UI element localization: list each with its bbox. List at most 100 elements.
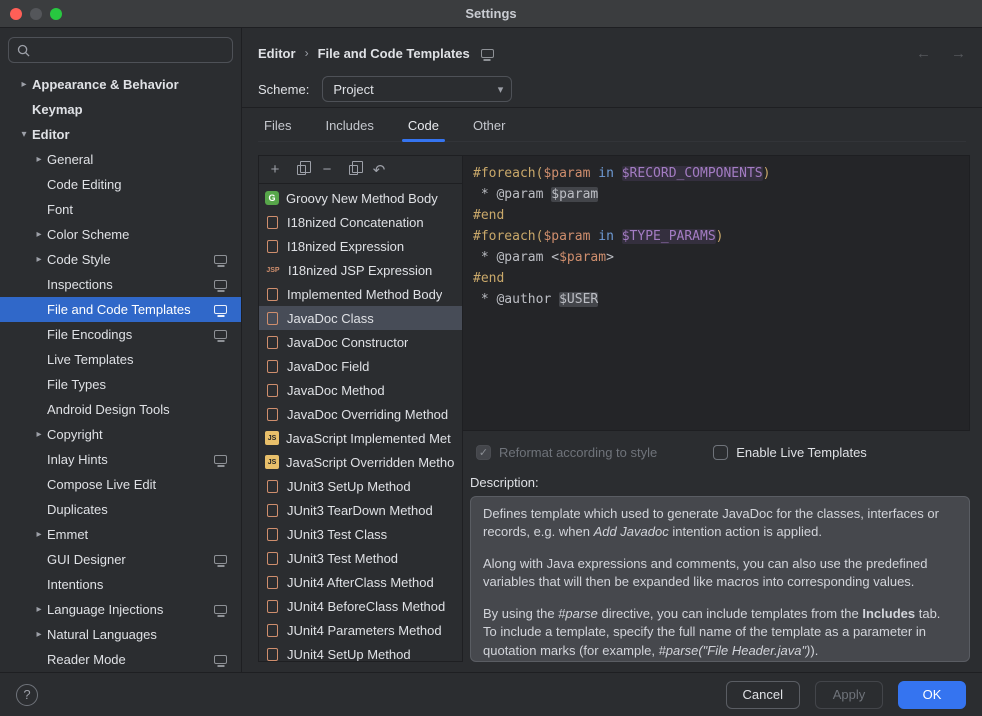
template-item-javascript-implemented-met[interactable]: JSJavaScript Implemented Met <box>259 426 462 450</box>
sidebar-item-intentions[interactable]: Intentions <box>0 572 241 597</box>
template-item-junit4-parameters-method[interactable]: JUnit4 Parameters Method <box>259 618 462 642</box>
code-token: $param <box>551 187 598 202</box>
template-icon <box>267 600 278 613</box>
chevron-right-icon[interactable]: ▸ <box>31 154 47 165</box>
code-line: #foreach($param in $TYPE_PARAMS) <box>473 226 959 247</box>
tab-files[interactable]: Files <box>258 110 297 141</box>
sidebar-item-font[interactable]: Font <box>0 197 241 222</box>
forward-icon[interactable]: → <box>951 45 966 62</box>
close-window-button[interactable] <box>10 8 22 20</box>
sidebar-item-duplicates[interactable]: Duplicates <box>0 497 241 522</box>
scheme-select[interactable]: Project ▾ <box>322 76 512 102</box>
template-item-label: JavaScript Implemented Met <box>286 431 451 446</box>
reset-template-icon[interactable]: ↶ <box>367 159 391 181</box>
sidebar-item-gui-designer[interactable]: GUI Designer <box>0 547 241 572</box>
copy-template-icon[interactable] <box>341 159 365 181</box>
tab-code[interactable]: Code <box>402 110 445 141</box>
sidebar-item-android-design-tools[interactable]: Android Design Tools <box>0 397 241 422</box>
sidebar-item-emmet[interactable]: ▸Emmet <box>0 522 241 547</box>
template-icon <box>267 624 278 637</box>
template-editor[interactable]: #foreach($param in $RECORD_COMPONENTS) *… <box>463 155 970 431</box>
sidebar-item-inspections[interactable]: Inspections <box>0 272 241 297</box>
scheme-value: Project <box>333 82 373 97</box>
template-item-label: JUnit4 SetUp Method <box>287 647 411 662</box>
template-item-javadoc-class[interactable]: JavaDoc Class <box>259 306 462 330</box>
create-child-template-icon[interactable] <box>289 159 313 181</box>
chevron-right-icon[interactable]: ▸ <box>16 79 32 90</box>
sidebar-item-copyright[interactable]: ▸Copyright <box>0 422 241 447</box>
sidebar-item-file-types[interactable]: File Types <box>0 372 241 397</box>
breadcrumb: Editor › File and Code Templates ← → <box>258 40 966 66</box>
apply-button[interactable]: Apply <box>815 681 883 709</box>
template-item-i18nized-expression[interactable]: I18nized Expression <box>259 234 462 258</box>
template-item-i18nized-jsp-expression[interactable]: JSPI18nized JSP Expression <box>259 258 462 282</box>
zoom-window-button[interactable] <box>50 8 62 20</box>
chevron-right-icon[interactable]: ▸ <box>31 529 47 540</box>
code-line: * @param $param <box>473 184 959 205</box>
sidebar-item-code-style[interactable]: ▸Code Style <box>0 247 241 272</box>
template-icon <box>267 648 278 661</box>
help-button[interactable]: ? <box>16 684 38 706</box>
chevron-right-icon[interactable]: ▸ <box>31 429 47 440</box>
checkbox-unchecked-icon[interactable] <box>713 445 728 460</box>
enable-live-templates-checkbox[interactable]: Enable Live Templates <box>713 445 867 460</box>
ok-button[interactable]: OK <box>898 681 966 709</box>
tab-other[interactable]: Other <box>467 110 512 141</box>
jsp-icon: JSP <box>265 263 281 277</box>
sidebar-item-reader-mode[interactable]: Reader Mode <box>0 647 241 672</box>
sidebar-item-compose-live-edit[interactable]: Compose Live Edit <box>0 472 241 497</box>
sidebar-item-natural-languages[interactable]: ▸Natural Languages <box>0 622 241 647</box>
minimize-window-button[interactable] <box>30 8 42 20</box>
tab-includes[interactable]: Includes <box>319 110 379 141</box>
template-item-junit4-afterclass-method[interactable]: JUnit4 AfterClass Method <box>259 570 462 594</box>
chevron-right-icon[interactable]: ▸ <box>31 229 47 240</box>
template-item-javadoc-method[interactable]: JavaDoc Method <box>259 378 462 402</box>
chevron-down-icon[interactable]: ▾ <box>16 129 32 140</box>
sidebar-item-code-editing[interactable]: Code Editing <box>0 172 241 197</box>
sidebar-item-color-scheme[interactable]: ▸Color Scheme <box>0 222 241 247</box>
template-item-javadoc-constructor[interactable]: JavaDoc Constructor <box>259 330 462 354</box>
code-token: ) <box>763 166 771 181</box>
remove-template-icon[interactable]: − <box>315 159 339 181</box>
template-item-label: JavaDoc Field <box>287 359 369 374</box>
template-item-junit4-beforeclass-method[interactable]: JUnit4 BeforeClass Method <box>259 594 462 618</box>
sidebar-item-keymap[interactable]: Keymap <box>0 97 241 122</box>
back-icon[interactable]: ← <box>916 45 931 62</box>
sidebar-item-file-and-code-templates[interactable]: File and Code Templates <box>0 297 241 322</box>
template-item-implemented-method-body[interactable]: Implemented Method Body <box>259 282 462 306</box>
chevron-right-icon[interactable]: ▸ <box>31 254 47 265</box>
cancel-button[interactable]: Cancel <box>726 681 800 709</box>
template-item-label: JUnit3 Test Class <box>287 527 387 542</box>
sidebar-item-editor[interactable]: ▾Editor <box>0 122 241 147</box>
sidebar-item-label: Live Templates <box>47 352 133 367</box>
template-item-junit3-test-method[interactable]: JUnit3 Test Method <box>259 546 462 570</box>
description-paragraph: By using the #parse directive, you can i… <box>483 605 957 660</box>
template-item-junit3-setup-method[interactable]: JUnit3 SetUp Method <box>259 474 462 498</box>
template-item-javadoc-field[interactable]: JavaDoc Field <box>259 354 462 378</box>
sidebar-item-file-encodings[interactable]: File Encodings <box>0 322 241 347</box>
reformat-checkbox: Reformat according to style <box>476 445 657 460</box>
add-template-icon[interactable]: + <box>263 159 287 181</box>
sidebar-item-appearance-behavior[interactable]: ▸Appearance & Behavior <box>0 72 241 97</box>
sidebar-item-live-templates[interactable]: Live Templates <box>0 347 241 372</box>
chevron-right-icon[interactable]: ▸ <box>31 604 47 615</box>
sidebar-item-general[interactable]: ▸General <box>0 147 241 172</box>
search-input[interactable] <box>36 42 224 59</box>
breadcrumb-editor[interactable]: Editor <box>258 46 296 61</box>
sidebar-item-inlay-hints[interactable]: Inlay Hints <box>0 447 241 472</box>
chevron-right-icon[interactable]: ▸ <box>31 629 47 640</box>
sidebar-item-language-injections[interactable]: ▸Language Injections <box>0 597 241 622</box>
template-item-javascript-overridden-metho[interactable]: JSJavaScript Overridden Metho <box>259 450 462 474</box>
template-item-label: JUnit3 TearDown Method <box>287 503 433 518</box>
chevron-down-icon: ▾ <box>498 83 504 96</box>
template-item-groovy-new-method-body[interactable]: GGroovy New Method Body <box>259 186 462 210</box>
template-item-junit3-teardown-method[interactable]: JUnit3 TearDown Method <box>259 498 462 522</box>
template-item-label: I18nized Expression <box>287 239 404 254</box>
template-item-junit4-setup-method[interactable]: JUnit4 SetUp Method <box>259 642 462 661</box>
description-label: Description: <box>470 475 970 490</box>
template-item-label: JUnit4 AfterClass Method <box>287 575 434 590</box>
template-item-junit3-test-class[interactable]: JUnit3 Test Class <box>259 522 462 546</box>
template-item-javadoc-overriding-method[interactable]: JavaDoc Overriding Method <box>259 402 462 426</box>
settings-search[interactable] <box>8 37 233 63</box>
template-item-i18nized-concatenation[interactable]: I18nized Concatenation <box>259 210 462 234</box>
